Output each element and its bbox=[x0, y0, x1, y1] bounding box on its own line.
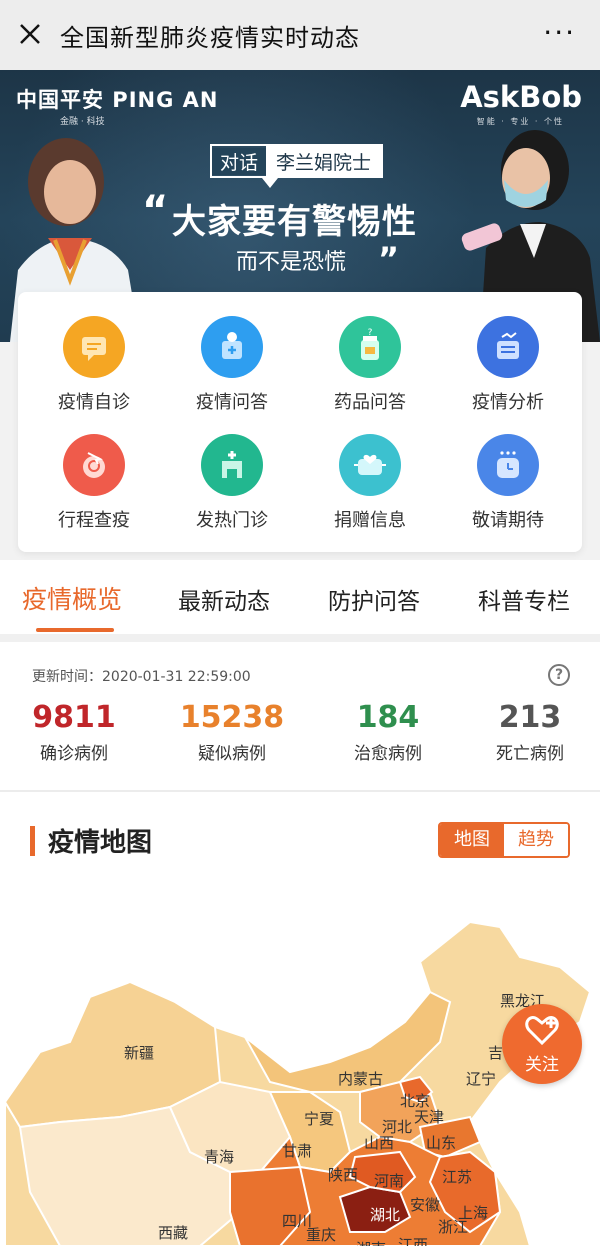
dialogue-tag: 对话 李兰娟院士 bbox=[210, 144, 384, 178]
service-label: 敬请期待 bbox=[472, 510, 544, 531]
clinic-icon bbox=[201, 434, 263, 496]
stat-value: 213 bbox=[498, 700, 562, 735]
travel-icon bbox=[63, 434, 125, 496]
province-label: 湖南 bbox=[356, 1238, 386, 1246]
province-label: 陕西 bbox=[328, 1166, 359, 1184]
dialogue-label: 对话 bbox=[212, 147, 267, 175]
province-label: 新疆 bbox=[124, 1044, 155, 1062]
stat-cured: 184 治愈病例 bbox=[318, 700, 458, 764]
service-label: 疫情分析 bbox=[472, 392, 544, 413]
chat-icon bbox=[63, 316, 125, 378]
province-label: 山西 bbox=[364, 1134, 395, 1152]
title-bar: 全国新型肺炎疫情实时动态 ··· bbox=[0, 0, 600, 70]
medicine-icon: ? bbox=[339, 316, 401, 378]
service-epidemic-qa[interactable]: 疫情问答 bbox=[172, 316, 292, 426]
province-label: 重庆 bbox=[306, 1226, 337, 1244]
donation-icon bbox=[339, 434, 401, 496]
banner-headline: 大家要有警惕性 bbox=[172, 202, 417, 242]
stat-value: 184 bbox=[356, 700, 420, 735]
service-medicine-qa[interactable]: ? 药品问答 bbox=[310, 316, 430, 426]
service-epidemic-analysis[interactable]: 疫情分析 bbox=[448, 316, 568, 426]
map-section-title: 疫情地图 bbox=[48, 828, 153, 858]
lightbulb-icon bbox=[201, 316, 263, 378]
province-label: 吉 bbox=[488, 1044, 504, 1062]
toggle-trend[interactable]: 趋势 bbox=[504, 824, 568, 856]
tab-bar: 疫情概览 最新动态 防护问答 科普专栏 bbox=[0, 560, 600, 634]
province-label: 江苏 bbox=[442, 1168, 473, 1186]
province-label: 河南 bbox=[374, 1172, 405, 1190]
province-label: 江西 bbox=[398, 1236, 429, 1246]
stat-deaths: 213 死亡病例 bbox=[460, 700, 600, 764]
province-label: 内蒙古 bbox=[338, 1070, 384, 1088]
stat-label: 确诊病例 bbox=[40, 744, 108, 764]
follow-label: 关注 bbox=[525, 1055, 559, 1075]
tab-latest-news[interactable]: 最新动态 bbox=[178, 582, 270, 616]
province-label: 甘肃 bbox=[282, 1142, 313, 1160]
province-label: 青海 bbox=[204, 1148, 235, 1166]
stat-label: 疑似病例 bbox=[198, 744, 266, 764]
province-label: 浙江 bbox=[438, 1218, 469, 1236]
province-label: 天津 bbox=[414, 1108, 445, 1126]
stat-value: 9811 bbox=[32, 700, 116, 735]
stat-confirmed: 9811 确诊病例 bbox=[4, 700, 144, 764]
stat-suspected: 15238 疑似病例 bbox=[162, 700, 302, 764]
follow-button[interactable]: 关注 bbox=[502, 1004, 582, 1084]
service-label: 药品问答 bbox=[334, 392, 406, 413]
stat-value: 15238 bbox=[179, 700, 285, 735]
section-accent-bar bbox=[30, 826, 35, 856]
toggle-map[interactable]: 地图 bbox=[440, 824, 504, 856]
help-icon[interactable]: ? bbox=[548, 664, 570, 686]
pingan-logo: 中国平安 PING AN bbox=[16, 88, 219, 112]
province-label: 宁夏 bbox=[304, 1110, 335, 1128]
service-label: 疫情自诊 bbox=[58, 392, 130, 413]
open-quote: “ bbox=[142, 188, 169, 234]
service-self-diagnosis[interactable]: 疫情自诊 bbox=[34, 316, 154, 426]
more-icon[interactable]: ··· bbox=[543, 19, 576, 47]
page-title: 全国新型肺炎疫情实时动态 bbox=[60, 24, 360, 52]
active-tab-indicator bbox=[36, 628, 114, 632]
svg-text:?: ? bbox=[368, 328, 373, 338]
analysis-icon bbox=[477, 316, 539, 378]
service-label: 行程查疫 bbox=[58, 510, 130, 531]
dialogue-guest: 李兰娟院士 bbox=[266, 146, 382, 176]
stats-panel: 更新时间：2020-01-31 22:59:00 ? 9811 确诊病例 152… bbox=[0, 642, 600, 790]
province-label: 山东 bbox=[426, 1134, 457, 1152]
province-label: 辽宁 bbox=[466, 1070, 497, 1088]
tab-protection-qa[interactable]: 防护问答 bbox=[328, 582, 420, 616]
stat-label: 治愈病例 bbox=[354, 744, 422, 764]
alarm-icon bbox=[477, 434, 539, 496]
service-fever-clinic[interactable]: 发热门诊 bbox=[172, 434, 292, 544]
province-label: 安徽 bbox=[410, 1196, 441, 1214]
service-label: 发热门诊 bbox=[196, 510, 268, 531]
update-label: 更新时间： bbox=[32, 669, 102, 685]
service-label: 疫情问答 bbox=[196, 392, 268, 413]
service-travel-check[interactable]: 行程查疫 bbox=[34, 434, 154, 544]
askbob-logo: AskBob bbox=[460, 80, 582, 114]
service-donation-info[interactable]: 捐赠信息 bbox=[310, 434, 430, 544]
service-label: 捐赠信息 bbox=[334, 510, 406, 531]
close-icon[interactable] bbox=[16, 20, 44, 48]
province-label: 湖北 bbox=[370, 1206, 401, 1224]
tab-overview[interactable]: 疫情概览 bbox=[22, 580, 122, 616]
close-quote: ” bbox=[378, 240, 400, 278]
update-time: 更新时间：2020-01-31 22:59:00 bbox=[32, 666, 251, 686]
tab-science-column[interactable]: 科普专栏 bbox=[478, 582, 570, 616]
service-coming-soon[interactable]: 敬请期待 bbox=[448, 434, 568, 544]
banner-subheadline: 而不是恐慌 bbox=[236, 250, 347, 275]
province-label: 西藏 bbox=[158, 1224, 189, 1242]
stat-label: 死亡病例 bbox=[496, 744, 564, 764]
service-grid: 疫情自诊 疫情问答 ? 药品问答 疫情分析 行程查疫 发热门诊 捐赠信息 敬请期… bbox=[18, 292, 582, 552]
map-trend-toggle: 地图 趋势 bbox=[438, 822, 570, 858]
epidemic-map-section: 疫情地图 地图 趋势 黑龙江 新疆 吉 内蒙古 辽宁 北京 天津 河北 宁夏 青… bbox=[0, 792, 600, 1246]
update-timestamp: 2020-01-31 22:59:00 bbox=[102, 669, 251, 685]
heart-plus-icon bbox=[525, 1016, 559, 1046]
